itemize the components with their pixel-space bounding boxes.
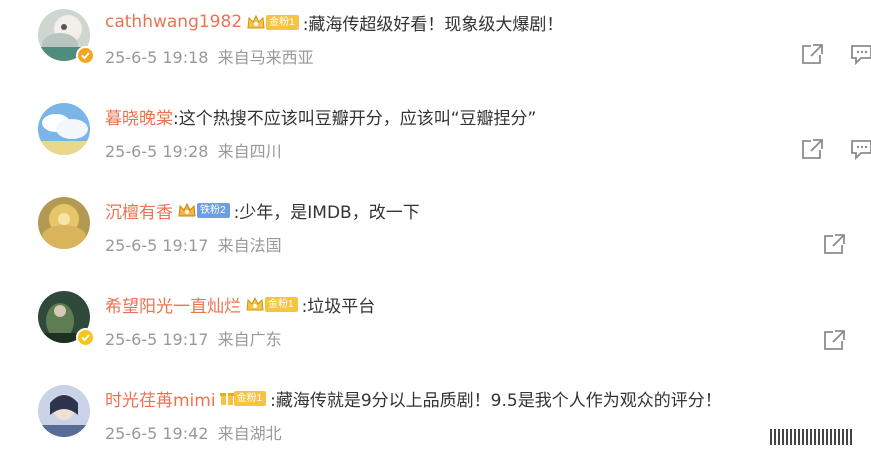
comment-location: 来自四川 (217, 142, 282, 161)
comment-location: 来自马来西亚 (217, 48, 314, 67)
comment-line: 希望阳光一直灿烂 金粉1 :垃圾平台 (105, 292, 376, 317)
fan-badge[interactable]: 铁粉2 (177, 202, 230, 219)
username-link[interactable]: 暮晓晚棠 (105, 104, 173, 129)
comment-time: 25-6-5 19:42 (105, 424, 209, 443)
comment-icon[interactable] (849, 137, 871, 161)
comment-time: 25-6-5 19:28 (105, 142, 209, 161)
comment-location: 来自湖北 (217, 424, 282, 443)
watermark-stripes (770, 427, 860, 447)
comment-meta: 25-6-5 19:17 来自法国 (105, 232, 282, 256)
fan-badge[interactable]: 金粉1 (245, 296, 298, 313)
comment-time: 25-6-5 19:17 (105, 330, 209, 349)
comment-meta: 25-6-5 19:18 来自马来西亚 (105, 44, 314, 68)
crown-icon (178, 202, 196, 217)
comment-item: cathhwang1982 金粉1 :藏海传超级好看！现象级大爆剧！ 25-6-… (0, 0, 871, 94)
verified-icon (76, 328, 95, 347)
comment-location: 来自广东 (217, 330, 282, 349)
fan-badge[interactable]: 金粉1 (246, 14, 299, 31)
username-link[interactable]: 沉檀有香 (105, 198, 173, 223)
comment-text: :这个热搜不应该叫豆瓣开分，应该叫“豆瓣捏分” (173, 108, 537, 129)
comment-location: 来自法国 (217, 236, 282, 255)
comment-text: :藏海传超级好看！现象级大爆剧！ (302, 14, 564, 35)
badge-label: 金粉1 (233, 390, 267, 406)
comment-time: 25-6-5 19:17 (105, 236, 209, 255)
comment-item: 时光荏苒mimi 金粉1 :藏海传就是9分以上品质剧！9.5是我个人作为观众的评… (0, 376, 871, 470)
comment-text: :少年，是IMDB，改一下 (233, 202, 420, 223)
avatar[interactable] (38, 385, 90, 437)
comment-line: 暮晓晚棠 :这个热搜不应该叫豆瓣开分，应该叫“豆瓣捏分” (105, 104, 537, 129)
comment-meta: 25-6-5 19:28 来自四川 (105, 138, 282, 162)
comment-text: :藏海传就是9分以上品质剧！9.5是我个人作为观众的评分！ (270, 390, 722, 411)
badge-label: 金粉1 (265, 296, 298, 312)
avatar[interactable] (38, 197, 90, 249)
gift-icon (219, 393, 234, 405)
verified-icon (76, 46, 95, 65)
comment-item: 暮晓晚棠 :这个热搜不应该叫豆瓣开分，应该叫“豆瓣捏分” 25-6-5 19:2… (0, 94, 871, 188)
share-icon[interactable] (800, 42, 826, 66)
username-link[interactable]: 希望阳光一直灿烂 (105, 292, 241, 317)
crown-icon (246, 296, 264, 311)
comment-time: 25-6-5 19:18 (105, 48, 209, 67)
fan-badge[interactable]: 金粉1 (219, 390, 267, 407)
username-link[interactable]: 时光荏苒mimi (105, 386, 216, 411)
comment-meta: 25-6-5 19:42 来自湖北 (105, 420, 282, 444)
badge-label: 金粉1 (266, 14, 299, 30)
avatar[interactable] (38, 103, 90, 155)
comment-item: 希望阳光一直灿烂 金粉1 :垃圾平台 25-6-5 19:17 来自广东 (0, 282, 871, 376)
comment-line: cathhwang1982 金粉1 :藏海传超级好看！现象级大爆剧！ (105, 10, 564, 35)
comment-line: 时光荏苒mimi 金粉1 :藏海传就是9分以上品质剧！9.5是我个人作为观众的评… (105, 386, 722, 411)
username-link[interactable]: cathhwang1982 (105, 12, 242, 32)
comment-meta: 25-6-5 19:17 来自广东 (105, 326, 282, 350)
share-icon[interactable] (800, 137, 826, 161)
comment-icon[interactable] (849, 42, 871, 66)
crown-icon (247, 14, 265, 29)
comment-item: 沉檀有香 铁粉2 :少年，是IMDB，改一下 25-6-5 19:17 来自法国 (0, 188, 871, 282)
comment-text: :垃圾平台 (301, 296, 376, 317)
share-icon[interactable] (822, 328, 848, 352)
badge-label: 铁粉2 (197, 202, 230, 218)
comment-line: 沉檀有香 铁粉2 :少年，是IMDB，改一下 (105, 198, 420, 223)
share-icon[interactable] (822, 232, 848, 256)
